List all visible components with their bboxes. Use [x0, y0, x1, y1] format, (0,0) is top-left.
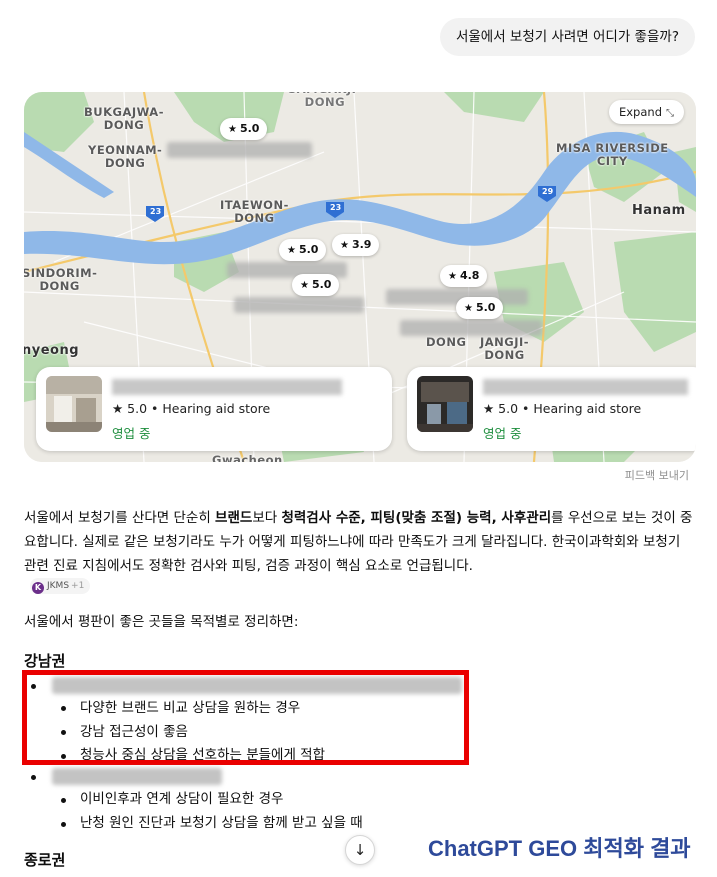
scroll-down-button[interactable]: ↓ [345, 835, 375, 865]
list-bullet [61, 798, 66, 803]
star-icon: ★ [464, 303, 473, 314]
map-label-misa: MISA RIVERSIDE CITY [556, 141, 669, 168]
map-label-hyeong: nyeong [24, 343, 80, 358]
map-card[interactable]: SAMGAKJI-DONG BUKGAJWA-DONG YEONNAM-DONG… [24, 92, 696, 462]
map-label-hanam: Hanam [632, 203, 686, 218]
map-pin[interactable]: ★ 5.0 [220, 118, 268, 140]
answer-summary: 서울에서 평판이 좋은 곳들을 목적별로 정리하면: [24, 614, 299, 630]
list-bullet [31, 775, 36, 780]
section-heading-jongno: 종로권 [24, 851, 66, 869]
star-icon: ★ [448, 271, 457, 282]
route-23-label-b: 23 [330, 203, 342, 212]
map-pin[interactable]: ★ 5.0 [456, 297, 504, 319]
map-pin[interactable]: ★ 5.0 [279, 239, 327, 261]
place-status: 영업 중 [112, 426, 151, 441]
scroll-down-icon: ↓ [353, 841, 367, 859]
map-pin[interactable]: ★ 5.0 [292, 274, 340, 296]
map-pin[interactable]: ★ 4.8 [440, 265, 488, 287]
star-icon: ★ [287, 245, 296, 256]
list-item: 이비인후과 연계 상담이 필요한 경우 [80, 791, 284, 807]
star-icon: ★ [300, 280, 309, 291]
source-chip[interactable]: K JKMS +1 [30, 578, 91, 594]
place-photo [417, 376, 473, 432]
watermark-caption: ChatGPT GEO 최적화 결과 [428, 836, 691, 861]
route-23-label-a: 23 [150, 207, 162, 216]
map-label-dong: DONG [426, 335, 467, 349]
expand-button[interactable]: Expand ⤡ [608, 100, 684, 124]
route-29-label: 29 [542, 187, 554, 196]
redacted-place-label [400, 320, 542, 336]
star-icon: ★ [228, 124, 237, 135]
star-icon: ★ [340, 240, 349, 251]
map-pin[interactable]: ★ 3.9 [332, 234, 380, 256]
map-label-bukgajwa: BUKGAJWA- DONG [84, 105, 164, 132]
answer-intro: 서울에서 보청기를 산다면 단순히 브랜드보다 청력검사 수준, 피팅(맞춤 조… [24, 510, 693, 574]
map-label-samgakji: SAMGAKJI-DONG [288, 92, 361, 109]
list-bullet [61, 822, 66, 827]
place-card[interactable]: ★ 5.0 • Hearing aid store 영업 중 [407, 367, 696, 451]
feedback-link[interactable]: 피드백 보내기 [625, 467, 689, 483]
section-heading-gangnam: 강남권 [24, 652, 66, 670]
place-status: 영업 중 [483, 426, 522, 441]
redacted-place-name [483, 379, 688, 395]
jkms-source-icon: K [32, 582, 44, 594]
redacted-place-label [234, 297, 364, 313]
map-label-sindorim: SINDORIM- DONG [24, 266, 98, 293]
user-message-text: 서울에서 보청기 사려면 어디가 좋을까? [455, 29, 679, 45]
place-rating: ★ 5.0 • Hearing aid store [112, 401, 271, 416]
highlight-box [22, 670, 469, 765]
map-label-yeonnam: YEONNAM- DONG [88, 143, 163, 170]
map-label-gwacheon: Gwacheon [212, 453, 283, 463]
list-item: 난청 원인 진단과 보청기 상담을 함께 받고 싶을 때 [80, 815, 363, 831]
redacted-place-name [52, 768, 222, 785]
place-card[interactable]: ★ 5.0 • Hearing aid store 영업 중 [36, 367, 392, 451]
map-label-jangji: JANGJI- DONG [480, 335, 530, 362]
map-label-itaewon: ITAEWON- DONG [220, 198, 289, 225]
place-rating: ★ 5.0 • Hearing aid store [483, 401, 642, 416]
expand-icon: ⤡ [666, 108, 674, 119]
user-message-bubble: 서울에서 보청기 사려면 어디가 좋을까? [439, 18, 695, 56]
redacted-place-label [167, 142, 312, 158]
redacted-place-name [112, 379, 342, 395]
place-photo [46, 376, 102, 432]
